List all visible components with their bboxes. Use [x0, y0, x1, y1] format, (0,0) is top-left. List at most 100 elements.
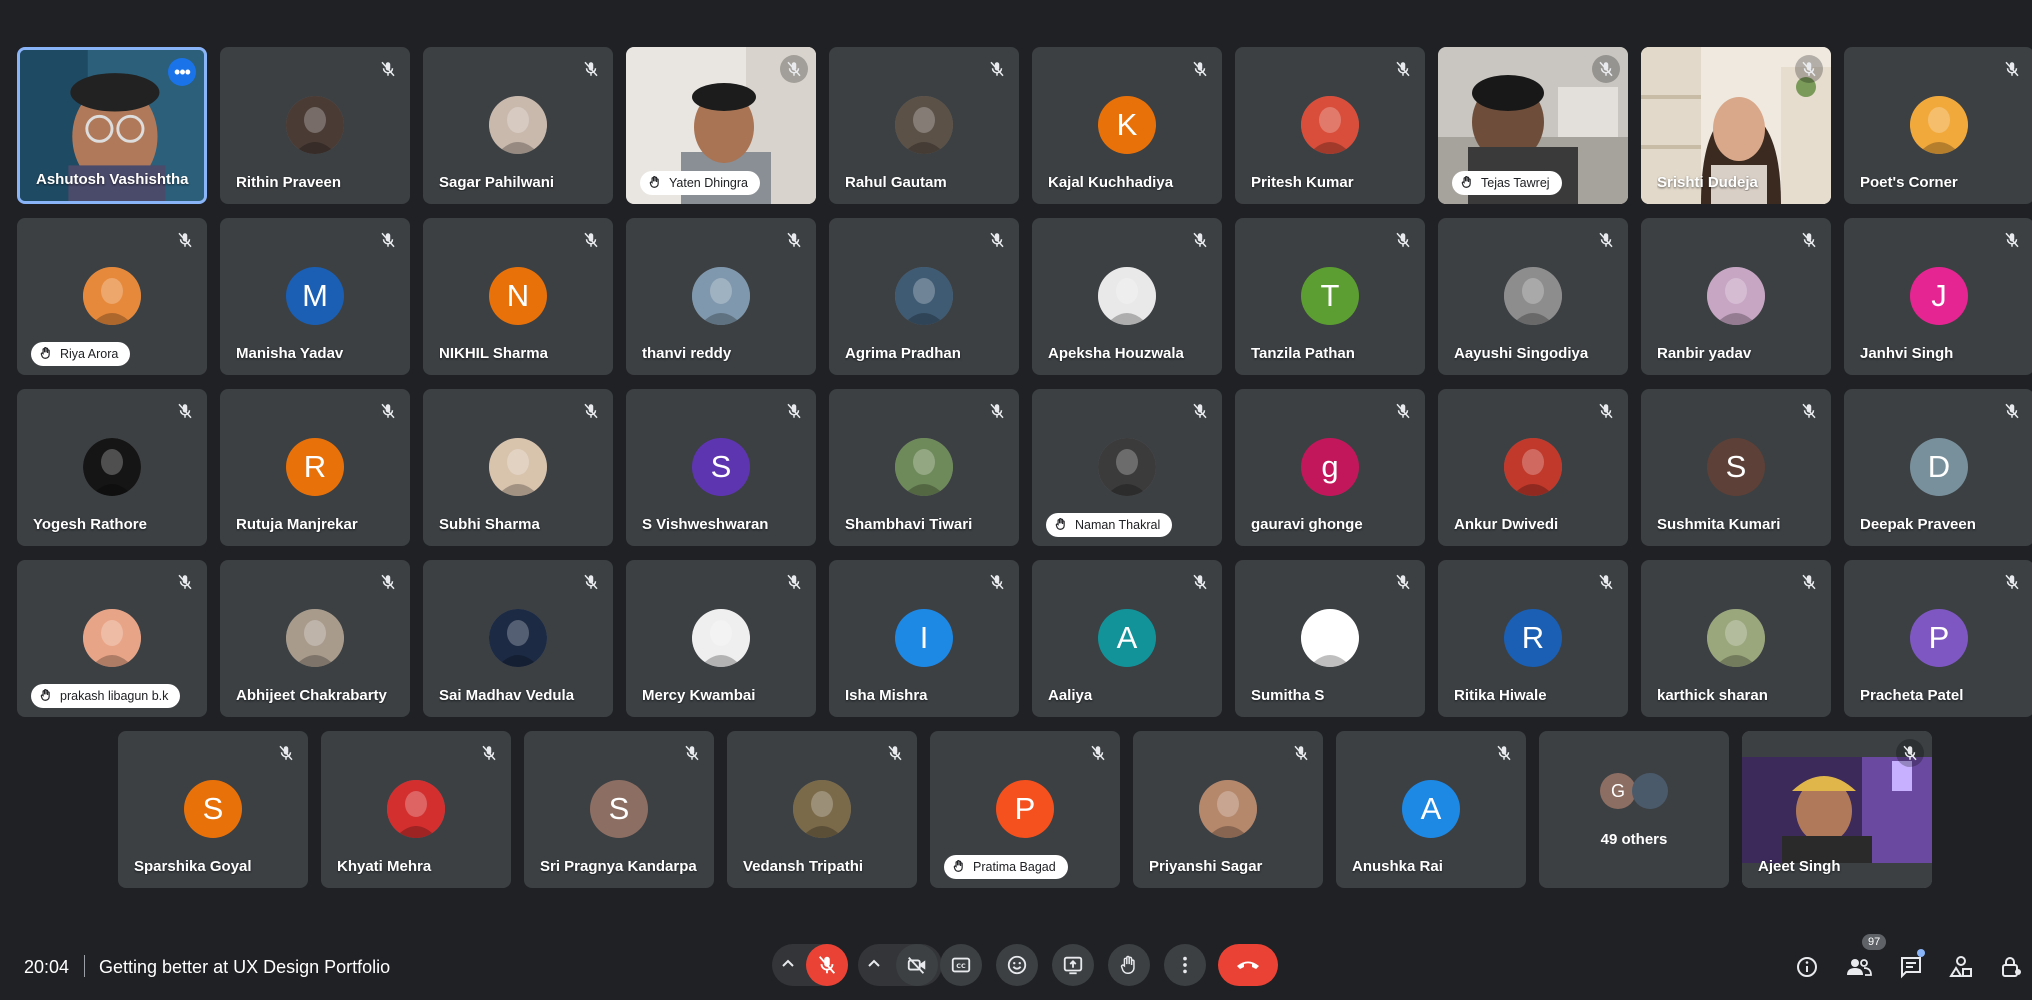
people-button[interactable]	[1846, 954, 1872, 980]
avatar-initial: g	[1321, 449, 1339, 484]
participant-name: Yaten Dhingra	[669, 176, 748, 190]
activities-button[interactable]	[1948, 954, 1974, 980]
participant-tile-rahul-gautam[interactable]: Rahul Gautam	[829, 47, 1019, 204]
avatar	[387, 780, 445, 838]
participant-tile-yaten-dhingra[interactable]: Yaten Dhingra	[626, 47, 816, 204]
participant-tile-vedansh-tripathi[interactable]: Vedansh Tripathi	[727, 731, 917, 888]
participant-tile-abhijeet-chakrabarty[interactable]: Abhijeet Chakrabarty	[220, 560, 410, 717]
participant-tile-shambhavi-tiwari[interactable]: Shambhavi Tiwari	[829, 389, 1019, 546]
avatar: T	[1301, 267, 1359, 325]
muted-mic-icon	[983, 55, 1011, 83]
present-screen-button[interactable]	[1052, 944, 1094, 986]
participant-tile-anushka-rai[interactable]: A Anushka Rai	[1336, 731, 1526, 888]
others-tile[interactable]: G 49 others	[1539, 731, 1729, 888]
participant-tile-gauravi-ghonge[interactable]: g gauravi ghonge	[1235, 389, 1425, 546]
participant-name: Apeksha Houzwala	[1048, 345, 1184, 362]
participant-tile-sri-pragnya-kandarpa[interactable]: S Sri Pragnya Kandarpa	[524, 731, 714, 888]
avatar-initial: P	[1014, 791, 1036, 826]
participant-tile-ritika-hiwale[interactable]: R Ritika Hiwale	[1438, 560, 1628, 717]
participant-tile-pritesh-kumar[interactable]: Pritesh Kumar	[1235, 47, 1425, 204]
more-options-button[interactable]	[1164, 944, 1206, 986]
participant-tile-subhi-sharma[interactable]: Subhi Sharma	[423, 389, 613, 546]
participant-tile-pratima-bagad[interactable]: P Pratima Bagad	[930, 731, 1120, 888]
meeting-details-button[interactable]	[1794, 954, 1820, 980]
participant-tile-sagar-pahilwani[interactable]: Sagar Pahilwani	[423, 47, 613, 204]
muted-mic-icon	[374, 55, 402, 83]
participant-tile-tanzila-pathan[interactable]: T Tanzila Pathan	[1235, 218, 1425, 375]
participant-tile-mercy-kwambai[interactable]: Mercy Kwambai	[626, 560, 816, 717]
avatar	[692, 609, 750, 667]
participant-tile-aaliya[interactable]: A Aaliya	[1032, 560, 1222, 717]
muted-mic-icon	[1389, 55, 1417, 83]
avatar-initial: J	[1931, 278, 1947, 313]
muted-mic-icon	[1795, 226, 1823, 254]
muted-mic-icon	[577, 568, 605, 596]
hang-up-icon	[1237, 961, 1259, 969]
meeting-clock: 20:04	[24, 957, 70, 977]
avatar: A	[1098, 609, 1156, 667]
raise-hand-button[interactable]	[1108, 944, 1150, 986]
avatar	[1707, 267, 1765, 325]
participant-tile-isha-mishra[interactable]: I Isha Mishra	[829, 560, 1019, 717]
mic-options-chevron-icon[interactable]	[780, 956, 796, 977]
participant-tile-nikhil-sharma[interactable]: N NIKHIL Sharma	[423, 218, 613, 375]
participant-tile-yogesh-rathore[interactable]: Yogesh Rathore	[17, 389, 207, 546]
mic-toggle-button[interactable]	[806, 944, 848, 986]
participant-tile-riya-arora[interactable]: Riya Arora	[17, 218, 207, 375]
avatar	[286, 609, 344, 667]
participant-tile-ankur-dwivedi[interactable]: Ankur Dwivedi	[1438, 389, 1628, 546]
participant-tile-ashutosh-vashishtha[interactable]: Ashutosh Vashishtha •••	[17, 47, 207, 204]
avatar-initial: N	[506, 278, 530, 313]
participant-tile-kajal-kuchhadiya[interactable]: K Kajal Kuchhadiya	[1032, 47, 1222, 204]
avatar: K	[1098, 96, 1156, 154]
participant-tile-naman-thakral[interactable]: Naman Thakral	[1032, 389, 1222, 546]
participant-tile-thanvi-reddy[interactable]: thanvi reddy	[626, 218, 816, 375]
participant-name: Kajal Kuchhadiya	[1048, 174, 1174, 191]
participant-tile-deepak-praveen[interactable]: D Deepak Praveen	[1844, 389, 2032, 546]
participant-tile-ranbir-yadav[interactable]: Ranbir yadav	[1641, 218, 1831, 375]
participant-tile-poet-s-corner[interactable]: Poet's Corner	[1844, 47, 2032, 204]
muted-mic-icon	[1592, 55, 1620, 83]
participant-tile-sparshika-goyal[interactable]: S Sparshika Goyal	[118, 731, 308, 888]
participant-name: Shambhavi Tiwari	[845, 516, 973, 533]
reactions-button[interactable]	[996, 944, 1038, 986]
participant-tile-aayushi-singodiya[interactable]: Aayushi Singodiya	[1438, 218, 1628, 375]
participant-tile-rithin-praveen[interactable]: Rithin Praveen	[220, 47, 410, 204]
participant-tile-apeksha-houzwala[interactable]: Apeksha Houzwala	[1032, 218, 1222, 375]
captions-button[interactable]: CC	[940, 944, 982, 986]
participant-tile-tejas-tawrej[interactable]: Tejas Tawrej	[1438, 47, 1628, 204]
hand-raised-icon	[952, 859, 973, 876]
participant-tile-sumitha-s[interactable]: Sumitha S	[1235, 560, 1425, 717]
camera-toggle-button[interactable]	[896, 944, 938, 986]
muted-mic-icon	[171, 568, 199, 596]
participant-tile-sushmita-kumari[interactable]: S Sushmita Kumari	[1641, 389, 1831, 546]
leave-call-button[interactable]	[1218, 944, 1278, 986]
participant-tile-rutuja-manjrekar[interactable]: R Rutuja Manjrekar	[220, 389, 410, 546]
participant-tile-manisha-yadav[interactable]: M Manisha Yadav	[220, 218, 410, 375]
participant-name: Naman Thakral	[1075, 518, 1161, 532]
chat-button[interactable]	[1898, 954, 1924, 980]
participant-tile-srishti-dudeja[interactable]: Srishti Dudeja	[1641, 47, 1831, 204]
muted-mic-icon	[475, 739, 503, 767]
avatar-initial: S	[710, 449, 732, 484]
more-options-icon[interactable]: •••	[168, 58, 196, 86]
info-icon	[1797, 957, 1817, 977]
participant-tile-sai-madhav-vedula[interactable]: Sai Madhav Vedula	[423, 560, 613, 717]
muted-mic-icon	[1186, 568, 1214, 596]
participant-tile-karthick-sharan[interactable]: karthick sharan	[1641, 560, 1831, 717]
participant-name: Pracheta Patel	[1860, 687, 1964, 704]
participant-name: Sai Madhav Vedula	[439, 687, 575, 704]
participant-tile-pracheta-patel[interactable]: P Pracheta Patel	[1844, 560, 2032, 717]
participant-tile-janhvi-singh[interactable]: J Janhvi Singh	[1844, 218, 2032, 375]
participant-tile-khyati-mehra[interactable]: Khyati Mehra	[321, 731, 511, 888]
participant-tile-prakash-libagun-b-k[interactable]: prakash libagun b.k	[17, 560, 207, 717]
lock-person-icon	[2002, 957, 2021, 977]
participant-tile-priyanshi-sagar[interactable]: Priyanshi Sagar	[1133, 731, 1323, 888]
participant-tile-ajeet-singh[interactable]: Ajeet Singh	[1742, 731, 1932, 888]
host-controls-button[interactable]	[1998, 954, 2024, 980]
camera-options-chevron-icon[interactable]	[866, 956, 882, 977]
participant-tile-s-vishweshwaran[interactable]: S S Vishweshwaran	[626, 389, 816, 546]
muted-mic-icon	[1896, 739, 1924, 767]
participant-name: Priyanshi Sagar	[1149, 858, 1263, 875]
participant-tile-agrima-pradhan[interactable]: Agrima Pradhan	[829, 218, 1019, 375]
